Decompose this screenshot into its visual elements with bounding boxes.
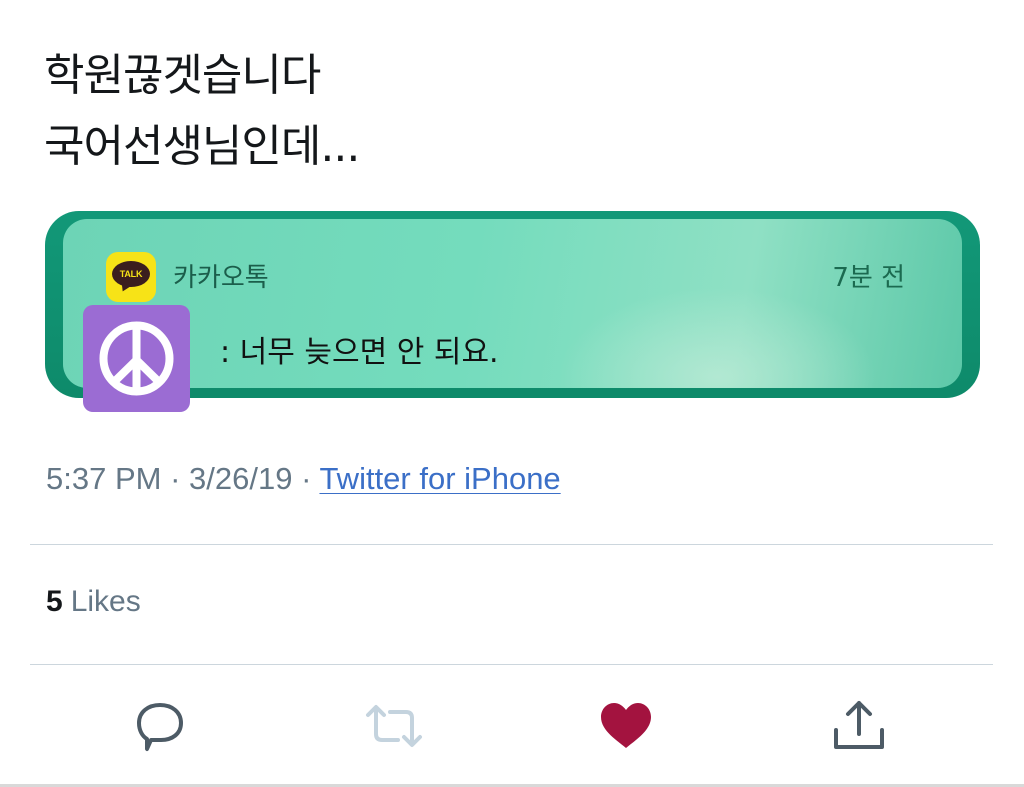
divider	[30, 544, 993, 545]
tweet-text: 학원끊겟습니다 국어선생님인데...	[44, 40, 360, 182]
notification-card: TALK 카카오톡 7분 전 : 너무 늦으면 안 되요.	[63, 219, 962, 388]
tweet-source-link[interactable]: Twitter for iPhone	[319, 461, 560, 496]
likes-label: Likes	[70, 585, 141, 618]
meta-separator: ·	[292, 461, 320, 496]
meta-separator: ·	[161, 461, 190, 496]
notification-message: : 너무 늦으면 안 되요.	[220, 335, 499, 370]
reply-icon	[137, 703, 183, 751]
likes-number: 5	[46, 585, 63, 618]
kakaotalk-icon-label: TALK	[119, 269, 143, 279]
tweet-date: 3/26/19	[189, 461, 293, 496]
tweet-time: 5:37 PM	[46, 461, 162, 496]
reply-button[interactable]	[130, 696, 190, 756]
like-button[interactable]	[596, 696, 656, 756]
likes-count[interactable]: 5 Likes	[46, 585, 141, 619]
notification-app-name: 카카오톡	[173, 263, 269, 293]
notification-time: 7분 전	[832, 263, 905, 293]
divider	[30, 664, 993, 665]
kakaotalk-icon: TALK	[106, 252, 156, 302]
retweet-icon	[366, 705, 422, 747]
share-icon	[834, 701, 884, 749]
retweet-button[interactable]	[364, 696, 424, 756]
tweet-text-line-1: 학원끊겟습니다	[44, 50, 321, 101]
tweet-text-line-2: 국어선생님인데...	[44, 121, 360, 172]
tweet-metadata: 5:37 PM · 3/26/19 · Twitter for iPhone	[46, 461, 561, 497]
heart-icon	[601, 703, 651, 748]
share-button[interactable]	[829, 696, 889, 756]
peace-sign-icon	[83, 305, 190, 412]
